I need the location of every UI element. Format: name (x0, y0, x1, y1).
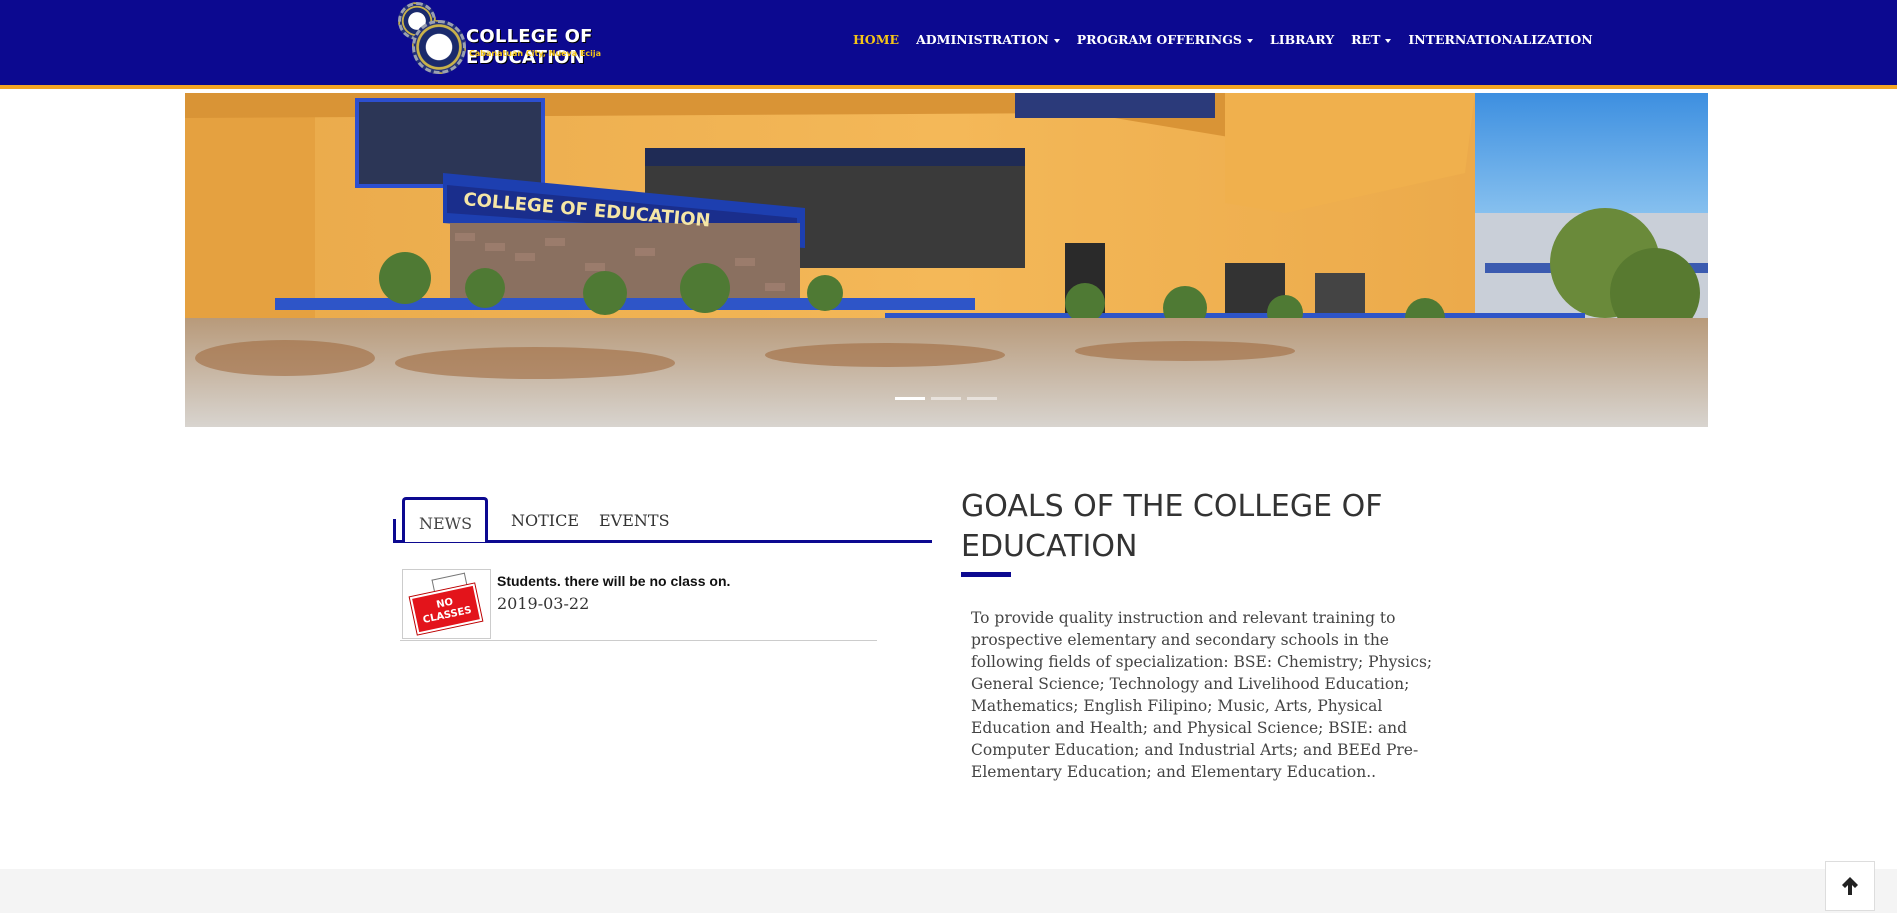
carousel-indicator-3[interactable] (967, 397, 997, 400)
nav-home-label: HOME (853, 32, 900, 47)
tab-news[interactable]: NEWS (402, 497, 488, 542)
nav-library[interactable]: LIBRARY (1270, 32, 1334, 47)
brand-logo-link[interactable]: COLLEGE OF EDUCATION Cabanatuan City, Nu… (390, 0, 670, 78)
nav-program-offerings[interactable]: PROGRAM OFFERINGS (1077, 32, 1253, 47)
back-to-top-button[interactable] (1825, 861, 1875, 911)
college-seal-icon (412, 20, 466, 74)
arrow-up-icon (1842, 877, 1858, 895)
nav-internationalization-label: INTERNATIONALIZATION (1408, 32, 1593, 47)
building-photo: COLLEGE OF EDUCATION (185, 93, 1708, 427)
carousel-indicators (895, 397, 997, 400)
hero-carousel[interactable]: COLLEGE OF EDUCATION (185, 93, 1708, 427)
nav-ret[interactable]: RET (1351, 32, 1392, 47)
nav-home[interactable]: HOME (853, 32, 899, 47)
news-list-item[interactable]: NO CLASSES Students. there will be no cla… (400, 567, 877, 641)
heading-accent-bar (961, 572, 1011, 577)
nav-internationalization[interactable]: INTERNATIONALIZATION (1408, 32, 1592, 47)
no-classes-sign: NO CLASSES (409, 583, 483, 635)
carousel-indicator-2[interactable] (931, 397, 961, 400)
footer (0, 869, 1897, 913)
caret-down-icon (1385, 38, 1392, 43)
caret-down-icon (1053, 38, 1060, 43)
news-thumbnail: NO CLASSES (402, 569, 491, 639)
news-date: 2019-03-22 (497, 594, 590, 613)
caret-down-icon (1246, 38, 1253, 43)
main-nav: HOME ADMINISTRATION PROGRAM OFFERINGS LI… (853, 32, 1610, 47)
goals-paragraph: To provide quality instruction and relev… (971, 609, 1433, 781)
nav-administration-label: ADMINISTRATION (916, 32, 1049, 47)
top-navbar: COLLEGE OF EDUCATION Cabanatuan City, Nu… (0, 0, 1897, 89)
carousel-indicator-1[interactable] (895, 397, 925, 400)
news-title[interactable]: Students. there will be no class on. (497, 573, 730, 589)
brand-title: COLLEGE OF EDUCATION (466, 26, 593, 68)
nav-program-offerings-label: PROGRAM OFFERINGS (1076, 32, 1242, 47)
nav-ret-label: RET (1351, 32, 1381, 47)
nav-library-label: LIBRARY (1269, 32, 1335, 47)
tab-events[interactable]: EVENTS (585, 497, 684, 542)
goals-heading: GOALS OF THE COLLEGE OF EDUCATION (961, 489, 1383, 564)
nav-administration[interactable]: ADMINISTRATION (916, 32, 1060, 47)
tab-notice[interactable]: NOTICE (497, 497, 593, 542)
tab-line-left (393, 519, 396, 543)
brand-subtitle: Cabanatuan City, Nueva Ecija (469, 49, 602, 58)
